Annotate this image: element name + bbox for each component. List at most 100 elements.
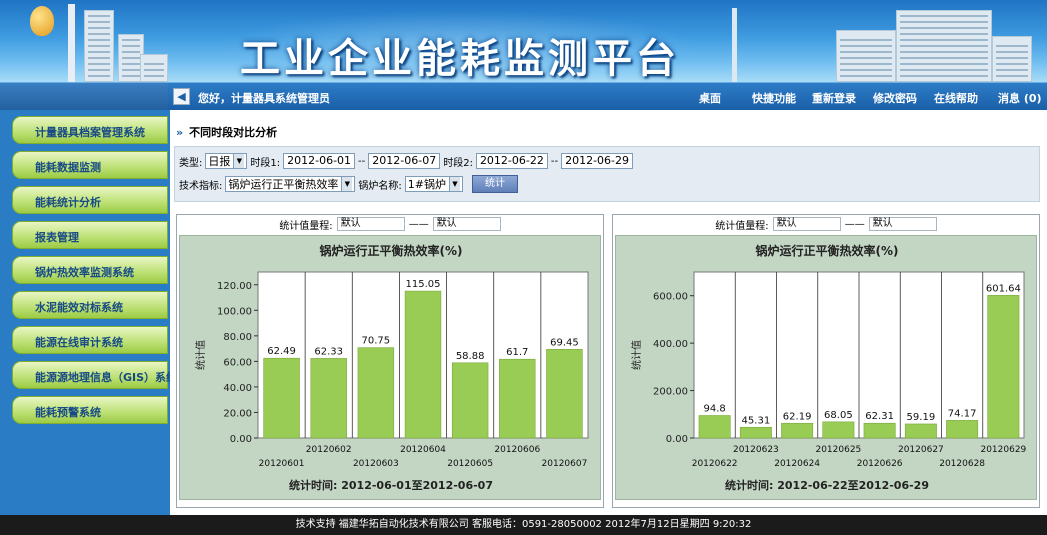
- sidebar-item-meter-archive[interactable]: 计量器具档案管理系统: [12, 116, 168, 144]
- user-greeting: 您好，计量器具系统管理员: [198, 92, 330, 105]
- x-tick-label: 20120629: [980, 445, 1026, 455]
- period2-end-input[interactable]: 2012-06-29: [561, 153, 634, 169]
- nav-messages[interactable]: 消息 (0): [998, 90, 1042, 106]
- bar: [987, 295, 1020, 439]
- x-tick-label: 20120606: [494, 445, 540, 455]
- data-label: 68.05: [824, 410, 853, 421]
- sidebar-item-label: 能耗预警系统: [35, 406, 101, 419]
- period1-end-input[interactable]: 2012-06-07: [368, 153, 441, 169]
- nav-relogin[interactable]: 重新登录: [812, 90, 856, 106]
- sidebar-item-energy-stats[interactable]: 能耗统计分析: [12, 186, 168, 214]
- sidebar-item-boiler-efficiency[interactable]: 锅炉热效率监测系统: [12, 256, 168, 284]
- y-tick-label: 400.00: [653, 339, 688, 350]
- y-tick-label: 200.00: [653, 387, 688, 398]
- type-label: 类型:: [179, 157, 203, 169]
- period2-start-input[interactable]: 2012-06-22: [475, 153, 548, 169]
- footer: 技术支持 福建华拓自动化技术有限公司 客服电话：0591-28050002 20…: [0, 515, 1047, 535]
- data-label: 45.31: [742, 415, 771, 426]
- y-tick-label: 120.00: [217, 281, 252, 292]
- filter-bar: 类型: 日报 ▼ 时段1: 2012-06-01 -- 2012-06-07 时段…: [174, 146, 1040, 202]
- type-select[interactable]: 日报 ▼: [205, 153, 248, 169]
- dropdown-arrow-icon: ▼: [233, 154, 245, 168]
- sidebar-item-online-audit[interactable]: 能源在线审计系统: [12, 326, 168, 354]
- nav-change-password[interactable]: 修改密码: [873, 90, 917, 106]
- building-decoration: [84, 10, 114, 82]
- x-tick-label: 20120626: [857, 459, 903, 469]
- nav-desktop[interactable]: 桌面: [699, 90, 721, 106]
- data-label: 74.17: [948, 408, 977, 419]
- range-dash: ——: [844, 218, 865, 230]
- header-banner: 工业企业能耗监测平台: [0, 0, 1047, 82]
- range-min-input[interactable]: 默认: [772, 217, 841, 231]
- bar: [451, 362, 489, 439]
- sidebar-item-label: 能源在线审计系统: [35, 336, 123, 349]
- data-label: 58.88: [456, 351, 485, 362]
- sidebar-item-reports[interactable]: 报表管理: [12, 221, 168, 249]
- x-tick-label: 20120602: [306, 445, 352, 455]
- range-label: 统计值量程:: [279, 220, 333, 232]
- bar: [863, 422, 896, 439]
- sidebar-item-warning[interactable]: 能耗预警系统: [12, 396, 168, 424]
- sidebar-item-energy-monitor[interactable]: 能耗数据监测: [12, 151, 168, 179]
- y-tick-label: 40.00: [223, 383, 252, 394]
- statistics-button[interactable]: 统计: [471, 175, 518, 193]
- indicator-select[interactable]: 锅炉运行正平衡热效率 ▼: [225, 176, 356, 192]
- indicator-label: 技术指标:: [179, 180, 223, 192]
- bar-chart-left: 锅炉运行正平衡热效率(%) 0.00 20.00 40.00 60.00 80.00 100…: [194, 243, 589, 492]
- bar-chart-right: 锅炉运行正平衡热效率(%) 0.00 200.00 400.00 600.00 94.8 2…: [630, 243, 1027, 492]
- y-tick-label: 0.00: [230, 434, 252, 445]
- data-label: 94.8: [703, 404, 725, 415]
- sidebar-item-label: 锅炉热效率监测系统: [35, 266, 134, 279]
- bar: [698, 415, 731, 439]
- period1-start-input[interactable]: 2012-06-01: [283, 153, 356, 169]
- data-label: 62.19: [783, 411, 812, 422]
- range-controls: 统计值量程: 默认 —— 默认: [177, 215, 603, 233]
- x-tick-label: 20120604: [400, 445, 446, 455]
- date-separator: --: [358, 155, 366, 167]
- range-min-input[interactable]: 默认: [336, 217, 405, 231]
- bar: [499, 358, 536, 439]
- period1-label: 时段1:: [250, 157, 281, 169]
- filter-row-2: 技术指标: 锅炉运行正平衡热效率 ▼ 锅炉名称: 1#锅炉 ▼ 统计: [179, 175, 518, 193]
- boiler-select[interactable]: 1#锅炉 ▼: [404, 176, 463, 192]
- range-max-input[interactable]: 默认: [432, 217, 501, 231]
- data-label: 62.31: [865, 411, 894, 422]
- filter-row-1: 类型: 日报 ▼ 时段1: 2012-06-01 -- 2012-06-07 时段…: [179, 153, 634, 169]
- data-label: 70.75: [362, 336, 391, 347]
- y-tick-label: 100.00: [217, 306, 252, 317]
- top-navbar: ◀ 您好，计量器具系统管理员 桌面 快捷功能 重新登录 修改密码 在线帮助 消息…: [0, 82, 1047, 111]
- y-tick-label: 20.00: [223, 408, 252, 419]
- range-dash: ——: [408, 218, 429, 230]
- bar: [781, 422, 814, 439]
- x-tick-label: 20120623: [733, 445, 779, 455]
- double-arrow-icon: »: [176, 126, 184, 139]
- bar: [822, 421, 855, 439]
- data-label: 601.64: [986, 283, 1021, 294]
- bar: [904, 423, 937, 439]
- nav-shortcuts[interactable]: 快捷功能: [752, 90, 796, 106]
- bar: [946, 420, 979, 439]
- x-tick-label: 20120622: [692, 459, 738, 469]
- boiler-label: 锅炉名称:: [358, 180, 402, 192]
- sidebar-item-gis[interactable]: 能源源地理信息（GIS）系统: [12, 361, 177, 389]
- sidebar-item-label: 能耗统计分析: [35, 196, 101, 209]
- stat-time-label: 统计时间: 2012-06-22至2012-06-29: [725, 478, 929, 492]
- chart-title: 锅炉运行正平衡热效率(%): [756, 243, 899, 258]
- chart-panel-right: 统计值量程: 默认 —— 默认 锅炉运行正平衡热效率(%) 0.00 200.00 4…: [612, 214, 1040, 508]
- range-max-input[interactable]: 默认: [868, 217, 937, 231]
- data-label: 59.19: [907, 412, 936, 423]
- sidebar-item-cement-benchmark[interactable]: 水泥能效对标系统: [12, 291, 168, 319]
- building-decoration: [992, 36, 1032, 82]
- x-tick-label: 20120625: [815, 445, 861, 455]
- navbar-left-stripe: [0, 83, 168, 111]
- x-tick-label: 20120627: [898, 445, 944, 455]
- period2-label: 时段2:: [443, 157, 473, 169]
- nav-online-help[interactable]: 在线帮助: [934, 90, 978, 106]
- platform-title: 工业企业能耗监测平台: [240, 36, 680, 82]
- back-arrow-icon[interactable]: ◀: [173, 88, 190, 105]
- y-tick-label: 80.00: [223, 332, 252, 343]
- data-label: 61.7: [506, 347, 528, 358]
- section-title: » 不同时段对比分析: [176, 126, 278, 139]
- chart-title: 锅炉运行正平衡热效率(%): [320, 243, 463, 258]
- x-tick-label: 20120605: [447, 459, 493, 469]
